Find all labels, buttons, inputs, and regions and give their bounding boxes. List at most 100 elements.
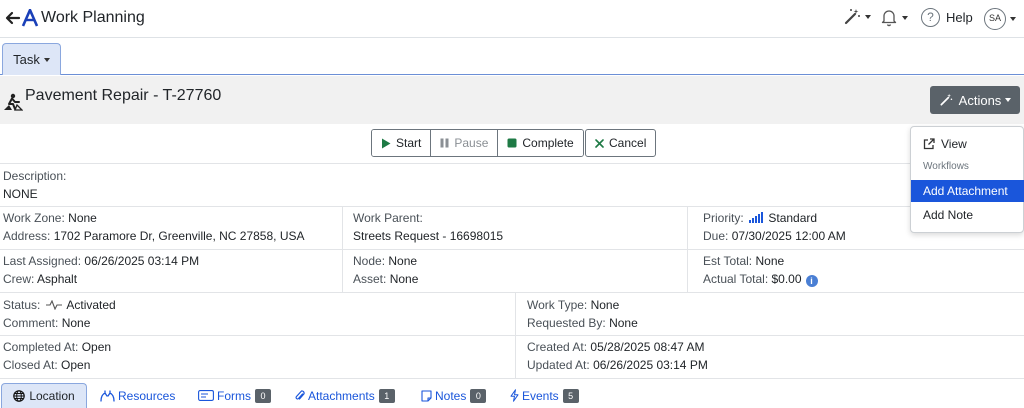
tab-notes[interactable]: Notes 0 (421, 383, 487, 408)
closed-at-value: Open (61, 358, 91, 372)
created-at-label: Created At: (527, 340, 588, 354)
chevron-down-icon (1005, 98, 1012, 102)
due-label: Due: (703, 229, 729, 243)
asset-value: None (389, 272, 419, 286)
crew-label: Crew: (3, 272, 35, 286)
priority-bars-icon (749, 212, 764, 223)
status-label: Status: (3, 298, 41, 312)
back-arrow-icon[interactable] (4, 9, 22, 27)
tab-forms[interactable]: Forms 0 (198, 383, 271, 408)
completion-cell: Completed At: Open Closed At: Open (3, 338, 111, 374)
node-cell: Node: None Asset: None (353, 252, 418, 288)
divider (0, 335, 1024, 336)
work-parent-value: Streets Request - 16698015 (353, 229, 504, 243)
work-zone-value: None (68, 211, 97, 225)
pulse-icon (45, 299, 62, 311)
last-assigned-cell: Last Assigned: 06/26/2025 03:14 PM Crew:… (3, 252, 199, 288)
created-at-value: 05/28/2025 08:47 AM (590, 340, 705, 354)
paperclip-icon (295, 390, 305, 400)
menu-item-add-attachment[interactable]: Add Attachment (911, 180, 1024, 202)
tab-resources-label: Resources (118, 388, 176, 403)
actual-total-value: $0.00 (771, 272, 802, 286)
divider (515, 292, 516, 378)
comment-label: Comment: (3, 316, 59, 330)
notifications-menu[interactable] (880, 8, 908, 27)
comment-value: None (61, 316, 91, 330)
menu-item-view[interactable]: View (911, 133, 1024, 155)
menu-item-add-note-label: Add Note (923, 208, 974, 222)
divider (0, 206, 1024, 207)
priority-cell: Priority: Standard Due: 07/30/2025 12:00… (703, 209, 846, 245)
start-label: Start (396, 136, 422, 150)
menu-item-add-attachment-label: Add Attachment (923, 184, 1008, 198)
actions-button[interactable]: Actions (930, 86, 1020, 114)
updated-at-label: Updated At: (527, 358, 590, 372)
complete-button[interactable]: Complete (498, 130, 583, 156)
divider (0, 249, 1024, 250)
description-field: Description: NONE (3, 167, 66, 203)
tab-location-label: Location (29, 389, 75, 403)
tab-events[interactable]: Events 5 (510, 383, 579, 408)
info-icon[interactable]: i (805, 275, 818, 287)
magic-wand-menu[interactable] (843, 8, 871, 26)
priority-value: Standard (768, 211, 818, 225)
address-label: Address: (3, 229, 51, 243)
priority-label: Priority: (703, 211, 744, 225)
actions-label: Actions (958, 92, 1002, 108)
tab-attachments-label: Attachments (308, 388, 375, 403)
road-work-icon (4, 93, 23, 111)
cancel-label: Cancel (609, 136, 647, 150)
chevron-down-icon (43, 57, 50, 62)
tab-strip: Task (0, 38, 1024, 75)
work-type-label: Work Type: (527, 298, 588, 312)
completed-at-value: Open (81, 340, 112, 354)
help-label: Help (946, 10, 973, 25)
globe-icon (13, 390, 26, 402)
crew-value: Asphalt (37, 272, 78, 286)
tab-events-label: Events (522, 388, 559, 403)
form-icon (198, 390, 214, 401)
pause-label: Pause (454, 136, 489, 150)
tab-attachments[interactable]: Attachments 1 (295, 383, 395, 408)
cancel-button[interactable]: Cancel (585, 129, 657, 157)
app-title: Work Planning (41, 9, 145, 26)
status-cell: Status: Activated Comment: None (3, 296, 116, 332)
address-value: 1702 Paramore Dr, Greenville, NC 27858, … (53, 229, 305, 243)
stop-icon (507, 138, 517, 148)
work-parent-label: Work Parent: (353, 211, 423, 225)
user-menu[interactable]: SA (984, 8, 1016, 30)
node-label: Node: (353, 254, 386, 268)
question-icon: ? (921, 8, 940, 27)
chevron-down-icon (1010, 17, 1016, 21)
description-label: Description: (3, 169, 67, 183)
est-total-value: None (755, 254, 785, 268)
pause-icon (440, 138, 449, 148)
attachments-count-badge: 1 (378, 388, 395, 403)
tab-resources[interactable]: Resources (100, 383, 175, 408)
work-type-cell: Work Type: None Requested By: None (527, 296, 638, 332)
hands-icon (100, 389, 115, 402)
help-link[interactable]: ? Help (921, 8, 973, 27)
divider (0, 292, 1024, 293)
x-icon (595, 138, 604, 148)
closed-at-label: Closed At: (3, 358, 58, 372)
divider (0, 378, 1024, 379)
menu-item-view-label: View (941, 137, 967, 151)
tab-location[interactable]: Location (1, 383, 87, 408)
completed-at-label: Completed At: (3, 340, 79, 354)
workflow-button-group: Start Pause Complete (371, 129, 584, 157)
bell-icon (881, 10, 897, 27)
start-button[interactable]: Start (372, 130, 432, 156)
menu-item-add-note[interactable]: Add Note (911, 204, 1024, 226)
work-parent-cell: Work Parent: Streets Request - 16698015 (353, 209, 503, 245)
workflows-header: Workflows (923, 161, 969, 172)
pause-button[interactable]: Pause (431, 130, 499, 156)
external-link-icon (923, 138, 935, 150)
divider (342, 206, 343, 292)
tab-task[interactable]: Task (2, 43, 61, 75)
lightning-icon (510, 389, 519, 402)
status-value: Activated (66, 298, 116, 312)
work-type-value: None (590, 298, 620, 312)
chevron-down-icon (865, 15, 871, 19)
events-count-badge: 5 (562, 388, 579, 403)
